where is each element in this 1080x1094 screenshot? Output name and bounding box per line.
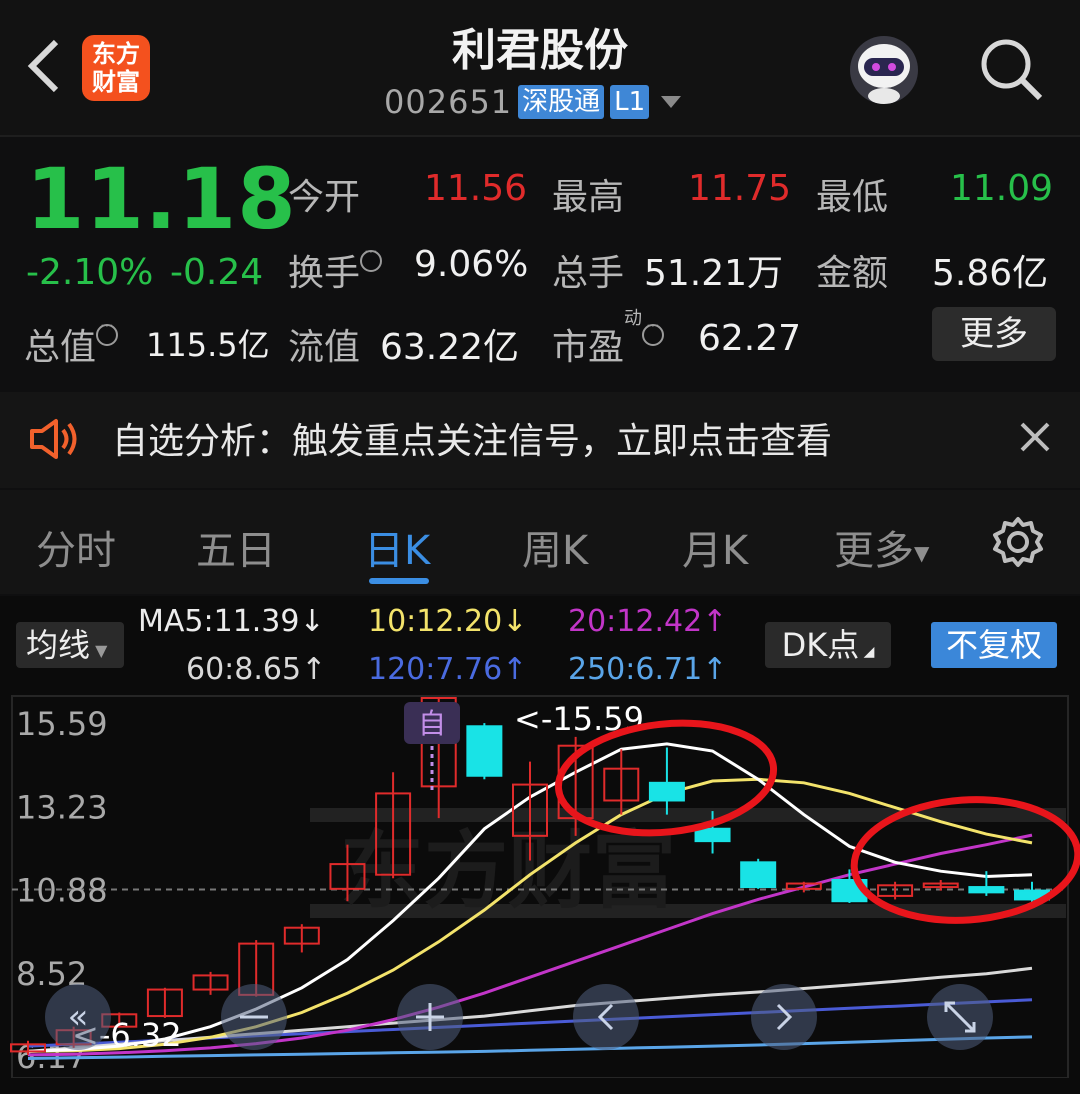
current-price: 11.18 [26, 150, 297, 248]
low-label: 最低 [816, 177, 889, 218]
float-mv-label: 流值 [288, 327, 361, 368]
ma5-readout: MA5:11.39↓ [138, 604, 325, 639]
open-label: 今开 [288, 177, 361, 218]
turnover-value: 9.06% [414, 244, 529, 285]
info-icon [96, 318, 119, 346]
caret-down-icon: ▼ [90, 641, 108, 660]
change-percent: -2.10% [26, 252, 154, 293]
scroll-left-button[interactable] [573, 984, 639, 1050]
ma20-readout: 20:12.42↑ [568, 604, 728, 639]
search-button[interactable] [978, 36, 1044, 102]
robot-assistant-icon[interactable] [844, 32, 928, 108]
candle-body [648, 781, 685, 802]
stock-code: 002651 [384, 83, 513, 121]
tab-daily-k[interactable]: 日K [364, 518, 430, 576]
tab-intraday[interactable]: 分时 [36, 518, 116, 576]
speaker-icon [28, 418, 82, 464]
open-value: 11.56 [424, 168, 528, 209]
level-tag: L1 [610, 85, 650, 119]
total-mv-label[interactable]: 总值 [24, 318, 119, 370]
candle [283, 924, 320, 953]
change-amount: -0.24 [170, 252, 264, 293]
turnover-label[interactable]: 换手 [288, 244, 383, 296]
app-logo[interactable]: 东方 财富 [82, 35, 150, 101]
total-mv-value: 115.5亿 [146, 326, 270, 364]
kline-chart[interactable]: 东方财富 15.5913.2310.888.526.17 自 <-15.59 <… [0, 690, 1080, 1078]
stock-title: 利君股份 [452, 25, 628, 76]
more-quote-button[interactable]: 更多 [932, 307, 1056, 361]
candle [877, 881, 914, 900]
high-value: 11.75 [688, 168, 792, 209]
y-axis-tick-label: 15.59 [16, 705, 108, 743]
volume-label: 总手 [552, 253, 625, 294]
candle [603, 749, 640, 815]
candle [648, 747, 685, 815]
caret-down-icon: ▼ [914, 541, 930, 565]
gear-icon [993, 517, 1043, 567]
tab-monthly-k[interactable]: 月K [682, 518, 748, 576]
back-button[interactable] [22, 30, 70, 100]
y-axis-tick-label: 13.23 [16, 788, 108, 826]
tab-weekly-k[interactable]: 周K [522, 518, 588, 576]
low-value: 11.09 [950, 168, 1054, 209]
scroll-right-button[interactable] [751, 984, 817, 1050]
close-icon [1020, 422, 1050, 452]
active-tab-indicator [369, 578, 429, 584]
y-axis-tick-label: 10.88 [16, 872, 108, 910]
close-notice-button[interactable] [1016, 418, 1054, 456]
chevron-left-icon [27, 39, 59, 93]
ma10-readout: 10:12.20↓ [368, 604, 528, 639]
candle-body [466, 725, 503, 777]
pe-value: 62.27 [698, 318, 802, 359]
ma-selector[interactable]: 均线 ▼ [16, 622, 124, 668]
shenzhen-connect-tag: 深股通 [518, 85, 605, 119]
stock-code-row[interactable]: 002651 深股通 L1 [384, 82, 682, 122]
pe-label[interactable]: 市盈动 [552, 308, 665, 370]
notice-text[interactable]: 自选分析：触发重点关注信号，立即点击查看 [112, 412, 832, 464]
chart-settings-button[interactable] [992, 516, 1044, 568]
ma250-readout: 250:6.71↑ [568, 652, 728, 687]
info-icon [642, 318, 665, 346]
float-mv-value: 63.22亿 [380, 327, 520, 368]
candle [146, 987, 183, 1018]
caret-down-icon [661, 96, 682, 108]
pe-type-sup: 动 [624, 308, 643, 329]
candle [740, 858, 777, 889]
adjust-mode-button[interactable]: 不复权 [931, 622, 1057, 668]
svg-text:东方财富: 东方财富 [340, 822, 676, 920]
corner-caret-icon: ◢ [859, 644, 875, 660]
info-icon [360, 244, 383, 272]
dk-point-button[interactable]: DK点 ◢ [765, 622, 891, 668]
double-chevron-left-icon: « [68, 997, 89, 1037]
volume-value: 51.21万 [644, 253, 784, 294]
tab-five-day[interactable]: 五日 [196, 518, 276, 576]
search-icon [981, 39, 1043, 101]
amount-label: 金额 [816, 253, 889, 294]
candle-body [968, 886, 1005, 894]
tab-more[interactable]: 更多▼ [834, 518, 929, 576]
high-label: 最高 [552, 177, 625, 218]
amount-value: 5.86亿 [932, 253, 1049, 294]
divider [0, 135, 1080, 137]
self-select-marker-text: 自 [418, 707, 446, 740]
indicator-strip [0, 1078, 1080, 1094]
candle-body [694, 827, 731, 843]
candle [192, 971, 229, 995]
ma120-readout: 120:7.76↑ [368, 652, 528, 687]
candle [466, 723, 503, 780]
candle-body [740, 861, 777, 889]
ma60-readout: 60:8.65↑ [186, 652, 327, 687]
